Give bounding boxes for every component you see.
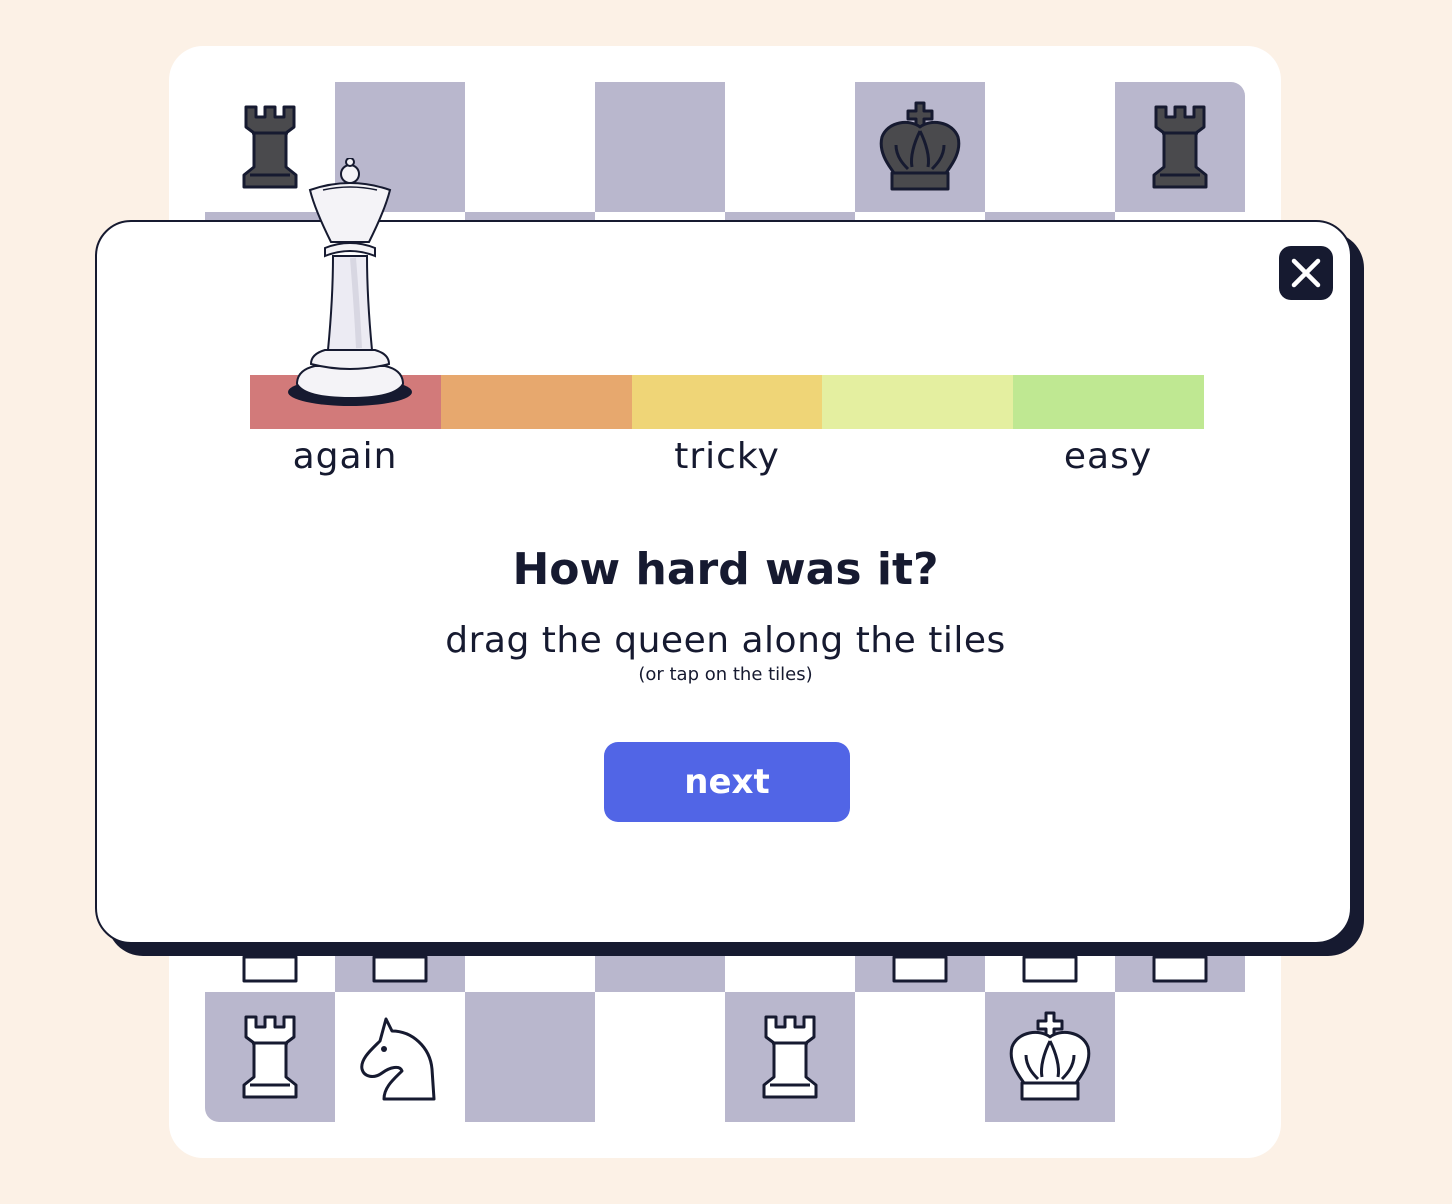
question-heading: How hard was it? [512,544,939,595]
close-button[interactable] [1279,246,1333,300]
tile-good[interactable] [822,375,1014,429]
white-king-icon[interactable] [1000,1007,1100,1107]
board-square[interactable] [1115,82,1245,212]
black-rook-icon[interactable] [1130,97,1230,197]
board-square[interactable] [855,82,985,212]
board-square[interactable] [465,992,595,1122]
board-square[interactable] [1115,992,1245,1122]
close-icon [1291,258,1321,288]
tile-easy[interactable] [1013,375,1204,429]
board-square[interactable] [335,992,465,1122]
tile-tricky[interactable] [631,375,823,429]
white-knight-icon[interactable] [350,1007,450,1107]
white-rook-icon[interactable] [740,1007,840,1107]
difficulty-modal: again tricky easy How hard was it? drag … [95,220,1352,944]
label-easy: easy [1063,436,1153,477]
board-square[interactable] [595,992,725,1122]
white-rook-icon[interactable] [220,1007,320,1107]
board-square[interactable] [595,82,725,212]
board-square[interactable] [465,82,595,212]
board-square[interactable] [205,992,335,1122]
hint-text: (or tap on the tiles) [638,664,813,685]
queen-slider-handle[interactable] [285,158,415,413]
label-again: again [292,436,398,477]
board-square[interactable] [725,82,855,212]
next-button[interactable]: next [604,742,850,822]
label-tricky: tricky [674,436,780,477]
board-square[interactable] [725,992,855,1122]
board-square[interactable] [985,992,1115,1122]
black-king-icon[interactable] [870,97,970,197]
tile-labels: again tricky easy [250,436,1204,486]
board-square[interactable] [855,992,985,1122]
board-square[interactable] [985,82,1115,212]
tile-hard[interactable] [440,375,632,429]
instruction-text: drag the queen along the tiles [445,620,1006,661]
